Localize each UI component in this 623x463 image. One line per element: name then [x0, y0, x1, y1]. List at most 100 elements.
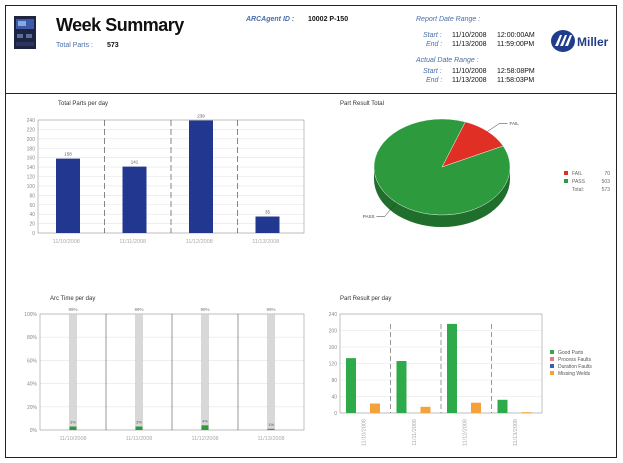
- missing-welds-bar: [370, 403, 380, 413]
- x-tick-label: 11/10/2008: [59, 436, 86, 442]
- report-end-time: 11:59:00PM: [497, 41, 535, 48]
- legend-swatch: [550, 364, 554, 368]
- legend-label: Missing Welds: [558, 371, 591, 377]
- y-tick-label: 240: [27, 118, 36, 124]
- legend-swatch: [550, 357, 554, 361]
- x-tick-label: 11/10/2008: [361, 419, 367, 446]
- legend-swatch: [550, 350, 554, 354]
- good-parts-bar: [346, 358, 356, 413]
- legend-swatch: [564, 171, 568, 175]
- report-range-label: Report Date Range :: [416, 16, 481, 23]
- y-tick-label: 220: [27, 127, 36, 133]
- actual-range-label: Actual Date Range :: [416, 57, 479, 64]
- y-tick-label: 80: [331, 378, 337, 384]
- y-tick-label: 0: [32, 231, 35, 237]
- y-tick-label: 100: [27, 184, 36, 190]
- x-tick-label: 11/13/2008: [513, 419, 519, 446]
- y-tick-label: 0%: [30, 428, 38, 434]
- total-parts-value: 573: [107, 42, 119, 49]
- y-tick-label: 60%: [27, 358, 38, 364]
- total-parts-chart-title: Total Parts per day: [58, 101, 108, 107]
- bar-data-label: 158: [64, 152, 72, 157]
- good-parts-bar: [497, 399, 508, 413]
- report-start-label: Start :: [423, 32, 442, 39]
- arc-time-track: [69, 313, 77, 431]
- y-tick-label: 40: [29, 212, 35, 218]
- report-start-date: 11/10/2008: [452, 32, 487, 39]
- top-percent-label: 99%: [266, 307, 275, 312]
- arc-percent-label: 4%: [202, 418, 208, 423]
- y-tick-label: 160: [27, 156, 36, 162]
- y-tick-label: 20: [29, 222, 35, 228]
- header-divider: [5, 93, 617, 94]
- arc-time-track: [267, 313, 275, 431]
- y-tick-label: 100%: [24, 312, 37, 318]
- actual-end-time: 11:58:03PM: [497, 77, 535, 84]
- y-tick-label: 20%: [27, 405, 38, 411]
- arc-time-track: [201, 313, 209, 431]
- bar: [56, 158, 80, 233]
- legend-value: 70: [604, 171, 610, 177]
- bar: [255, 216, 280, 233]
- arc-time-chart-title: Arc Time per day: [50, 296, 95, 302]
- x-tick-label: 11/13/2008: [252, 239, 279, 245]
- x-tick-label: 11/11/2008: [126, 436, 153, 442]
- actual-start-time: 12:58:08PM: [497, 68, 535, 75]
- x-tick-label: 11/13/2008: [257, 436, 284, 442]
- x-tick-label: 11/10/2008: [53, 239, 80, 245]
- y-tick-label: 200: [27, 137, 36, 143]
- actual-end-date: 11/13/2008: [452, 77, 487, 84]
- arc-time-track: [135, 313, 143, 431]
- x-tick-label: 11/12/2008: [191, 436, 218, 442]
- part-result-per-day-title: Part Result per day: [340, 296, 391, 302]
- page-title: Week Summary: [56, 15, 184, 35]
- report-start-time: 12:00:00AM: [497, 32, 535, 39]
- x-tick-label: 11/11/2008: [412, 419, 418, 446]
- total-parts-label: Total Parts :: [56, 42, 93, 49]
- arc-time-bar: [69, 426, 77, 430]
- legend-label: Good Parts: [558, 350, 584, 356]
- y-tick-label: 60: [29, 203, 35, 209]
- actual-end-label: End :: [426, 77, 443, 84]
- arc-time-bar: [201, 425, 209, 430]
- good-parts-bar: [396, 361, 407, 413]
- part-result-total-chart: Part Result Total FAIL PASS FAIL 70 PASS 503 T…: [340, 101, 611, 227]
- y-tick-label: 200: [329, 329, 338, 335]
- y-tick-label: 120: [329, 362, 338, 368]
- y-tick-label: 240: [329, 312, 338, 318]
- arc-percent-label: 3%: [136, 420, 142, 425]
- arc-time-chart: Arc Time per day 0% 20% 40% 60% 80% 100% 99% 3%…: [24, 296, 305, 442]
- week-summary-page: Week Summary Total Parts : 573 ARCAgent …: [0, 0, 623, 463]
- missing-welds-bar: [521, 412, 532, 413]
- missing-welds-bar: [471, 402, 481, 413]
- legend-label: Duration Faults: [558, 364, 592, 370]
- x-tick-label: 11/12/2008: [186, 239, 213, 245]
- bar-data-label: 239: [197, 113, 205, 118]
- y-tick-label: 120: [27, 175, 36, 181]
- bar: [189, 120, 213, 233]
- y-tick-label: 140: [27, 165, 36, 171]
- miller-logo: Miller: [551, 30, 609, 52]
- legend-swatch: [550, 371, 554, 375]
- arc-percent-label: 3%: [70, 420, 76, 425]
- actual-start-date: 11/10/2008: [452, 68, 487, 75]
- y-tick-label: 160: [329, 345, 338, 351]
- miller-logo-text: Miller: [577, 35, 609, 49]
- arc-time-bar: [267, 428, 275, 430]
- bar-data-label: 35: [265, 210, 271, 215]
- y-tick-label: 0: [334, 411, 337, 417]
- report-end-label: End :: [426, 41, 443, 48]
- legend-swatch: [564, 179, 568, 183]
- arc-percent-label: 1%: [268, 422, 274, 427]
- missing-welds-bar: [420, 406, 431, 413]
- bar: [122, 166, 147, 233]
- welder-machine-icon: [14, 16, 36, 49]
- legend-value: 503: [602, 179, 611, 185]
- y-tick-label: 180: [27, 146, 36, 152]
- report-end-date: 11/13/2008: [452, 41, 487, 48]
- pie-slice-label: FAIL: [510, 121, 520, 126]
- x-tick-label: 11/11/2008: [119, 239, 146, 245]
- legend-value: 573: [602, 187, 611, 193]
- top-percent-label: 99%: [134, 307, 143, 312]
- legend-label: FAIL: [572, 171, 583, 177]
